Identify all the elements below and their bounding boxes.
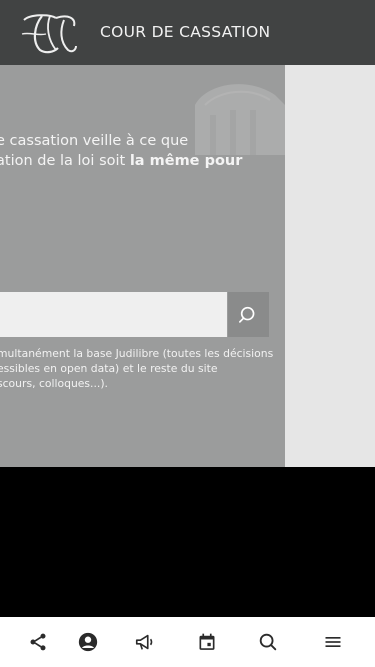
cour-de-cassation-logo[interactable] (20, 12, 78, 54)
search-button[interactable] (228, 292, 269, 337)
search-icon (238, 306, 254, 323)
search-input[interactable] (0, 292, 227, 337)
search-help-line-2: essibles en open data) et le reste du si… (0, 361, 218, 375)
site-title[interactable]: COUR DE CASSATION (100, 23, 270, 41)
calendar-icon (199, 633, 215, 650)
nav-menu[interactable] (313, 617, 353, 667)
hero-line-2-emphasis: la même pour (129, 153, 243, 169)
hero-line-1: e cassation veille à ce que (0, 133, 189, 149)
hero-section: e cassation veille à ce que ation de la … (0, 65, 285, 467)
site-header: COUR DE CASSATION (0, 0, 375, 65)
search-help-line-1: multanément la base Judilibre (toutes le… (0, 347, 274, 360)
nav-calendar[interactable] (187, 617, 227, 667)
nav-search[interactable] (248, 617, 288, 667)
side-panel (285, 65, 375, 467)
nav-share[interactable] (18, 617, 58, 667)
account-icon (78, 632, 98, 652)
nav-announcements[interactable] (125, 617, 165, 667)
bottom-navigation (0, 617, 375, 667)
menu-icon (325, 637, 341, 647)
search-icon (259, 633, 277, 651)
search-help-text: multanément la base Judilibre (toutes le… (0, 347, 274, 391)
megaphone-icon (135, 634, 153, 650)
share-icon (30, 633, 46, 651)
search-help-line-3: scours, colloques...). (0, 376, 108, 390)
hero-line-2-text: ation de la loi soit (0, 153, 130, 169)
nav-account[interactable] (68, 617, 108, 667)
hero-line-2: ation de la loi soit la même pour (0, 151, 242, 171)
